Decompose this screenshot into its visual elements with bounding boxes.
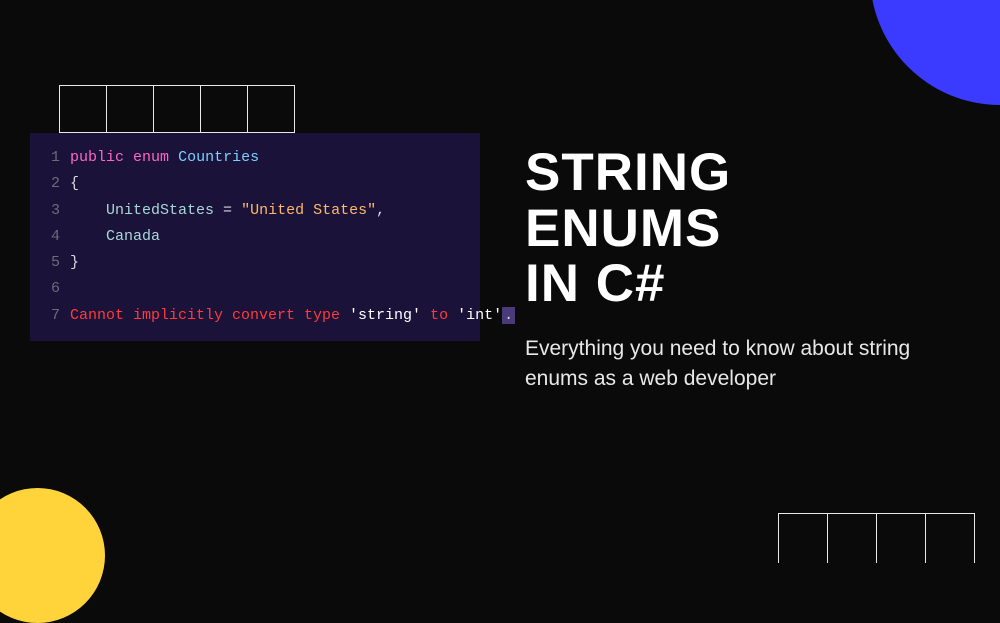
code-snippet: 1public enum Countries2{3 UnitedStates =… xyxy=(30,133,480,341)
decorative-grid-top xyxy=(60,85,295,133)
title-line-3: IN C# xyxy=(525,256,965,312)
line-number: 4 xyxy=(42,224,60,250)
code-line: 5} xyxy=(30,250,480,276)
code-line: 6 xyxy=(30,276,480,302)
code-content: UnitedStates = "United States", xyxy=(70,198,385,224)
grid-cell xyxy=(876,513,926,563)
code-content: public enum Countries xyxy=(70,145,259,171)
code-line: 1 public enum Countries xyxy=(30,145,480,171)
code-line: 3 UnitedStates = "United States", xyxy=(30,198,480,224)
code-line: 7Cannot implicitly convert type 'string'… xyxy=(30,303,480,329)
slide-title: STRING ENUMS IN C# xyxy=(525,145,965,312)
code-content: { xyxy=(70,171,79,197)
grid-cell xyxy=(200,85,248,133)
yellow-circle-shape xyxy=(0,488,105,623)
grid-cell xyxy=(106,85,154,133)
code-line: 4 Canada xyxy=(30,224,480,250)
line-number: 7 xyxy=(42,303,60,329)
code-content: Cannot implicitly convert type 'string' … xyxy=(70,303,515,329)
line-number: 2 xyxy=(42,171,60,197)
code-content: Canada xyxy=(70,224,160,250)
grid-cell xyxy=(778,513,828,563)
line-number: 3 xyxy=(42,198,60,224)
grid-cell xyxy=(247,85,295,133)
line-number: 1 xyxy=(42,145,60,171)
title-line-1: STRING xyxy=(525,145,965,201)
grid-cell xyxy=(153,85,201,133)
grid-cell xyxy=(827,513,877,563)
grid-cell xyxy=(59,85,107,133)
decorative-grid-bottom xyxy=(779,513,975,563)
line-number: 6 xyxy=(42,276,60,302)
blue-quarter-circle-shape xyxy=(870,0,1000,105)
code-line: 2{ xyxy=(30,171,480,197)
slide-subtitle: Everything you need to know about string… xyxy=(525,334,965,395)
line-number: 5 xyxy=(42,250,60,276)
grid-cell xyxy=(925,513,975,563)
code-content: } xyxy=(70,250,79,276)
heading-block: STRING ENUMS IN C# Everything you need t… xyxy=(525,145,965,395)
title-line-2: ENUMS xyxy=(525,201,965,257)
